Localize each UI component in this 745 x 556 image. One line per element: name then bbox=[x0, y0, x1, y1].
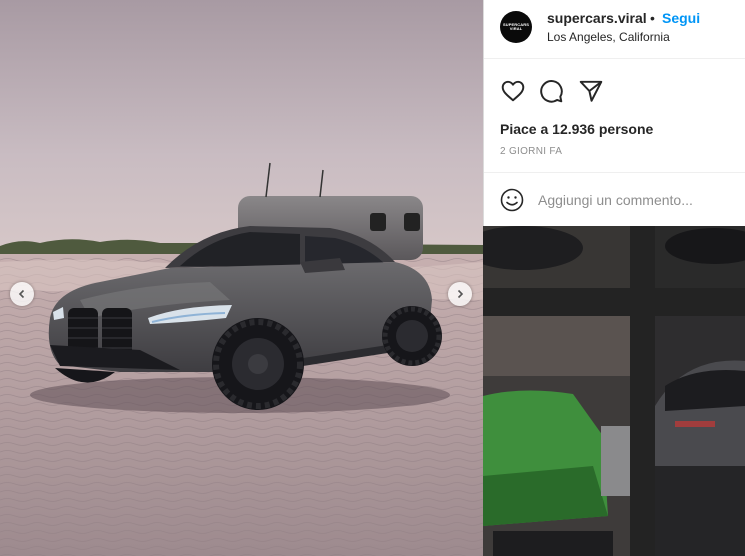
grid-tile[interactable] bbox=[483, 316, 630, 556]
emoji-button[interactable] bbox=[500, 188, 524, 217]
comment-input[interactable] bbox=[538, 187, 733, 213]
paper-plane-icon bbox=[579, 80, 603, 102]
smiley-icon bbox=[500, 188, 524, 212]
action-bar bbox=[484, 78, 745, 106]
post-photo bbox=[0, 0, 483, 556]
location-link[interactable]: Los Angeles, California bbox=[547, 30, 670, 44]
heart-icon bbox=[501, 80, 525, 102]
likes-count[interactable]: Piace a 12.936 persone bbox=[500, 121, 653, 137]
username-link[interactable]: supercars.viral bbox=[547, 10, 647, 26]
offroad-car-image bbox=[0, 0, 483, 556]
post-timestamp[interactable]: 2 GIORNI FA bbox=[500, 146, 562, 157]
comment-button[interactable] bbox=[538, 78, 564, 109]
chevron-left-icon bbox=[18, 289, 25, 299]
profile-grid-background bbox=[483, 226, 745, 556]
grid-tile[interactable] bbox=[655, 226, 745, 288]
grid-tile[interactable] bbox=[655, 316, 745, 556]
share-button[interactable] bbox=[578, 78, 604, 109]
speech-bubble-icon bbox=[540, 80, 563, 103]
chevron-right-icon bbox=[457, 289, 464, 299]
follow-button[interactable]: Segui bbox=[662, 10, 700, 26]
separator-dot: • bbox=[650, 10, 655, 26]
post-header: SUPERCARS VIRAL supercars.viral • Segui … bbox=[484, 0, 745, 59]
avatar[interactable]: SUPERCARS VIRAL bbox=[500, 11, 532, 43]
post-info-panel: SUPERCARS VIRAL supercars.viral • Segui … bbox=[483, 0, 745, 226]
avatar-logo-subtext: VIRAL bbox=[509, 26, 523, 31]
next-photo-button[interactable] bbox=[448, 282, 472, 306]
comment-bar bbox=[484, 172, 745, 227]
previous-photo-button[interactable] bbox=[10, 282, 34, 306]
like-button[interactable] bbox=[500, 78, 526, 109]
grid-tile[interactable] bbox=[483, 226, 630, 288]
